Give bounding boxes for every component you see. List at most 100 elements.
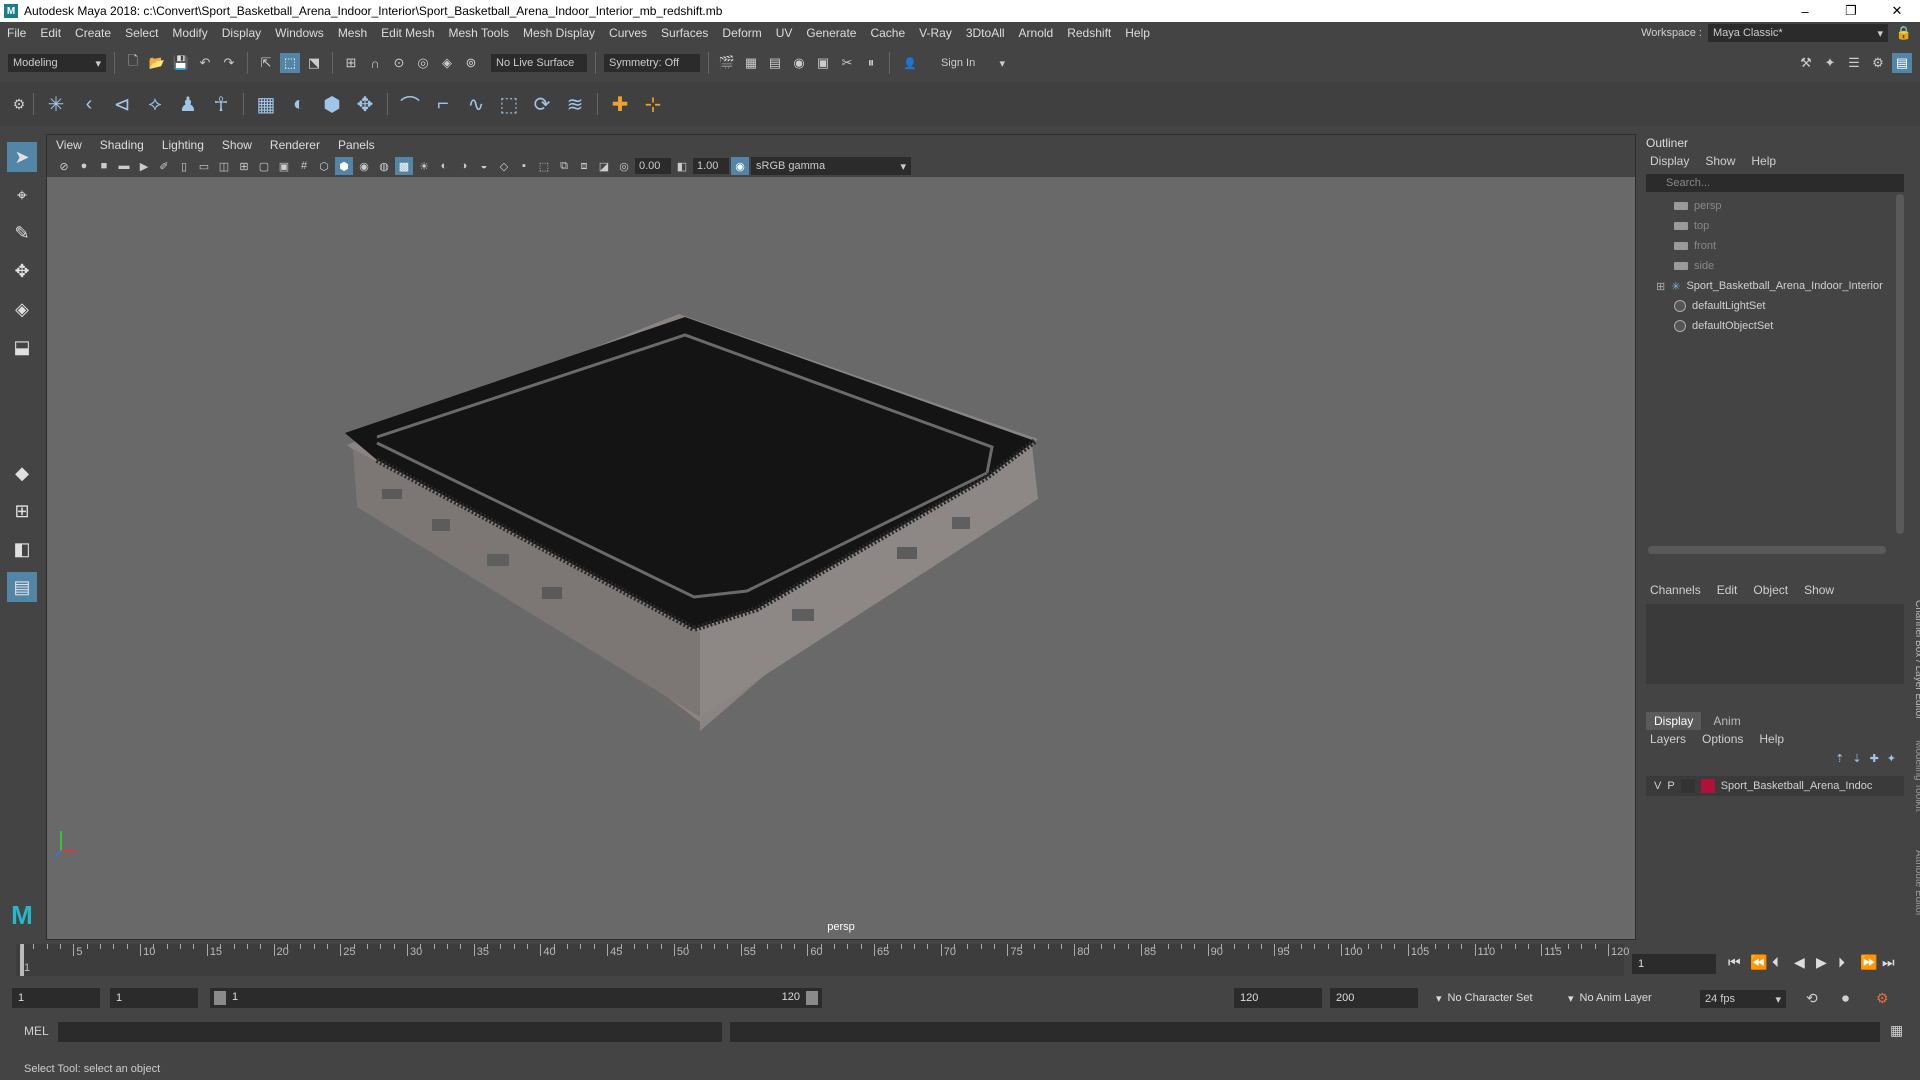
viewport-menu-renderer[interactable]: Renderer xyxy=(261,138,329,152)
mode-dropdown[interactable]: Modeling ▾ xyxy=(8,54,106,72)
loop-icon[interactable]: ⟲ xyxy=(1806,990,1818,1007)
snap-surface-icon[interactable]: ◈ xyxy=(437,53,457,73)
menu-3dtoall[interactable]: 3DtoAll xyxy=(959,22,1012,44)
scene-canvas[interactable] xyxy=(47,177,1635,939)
lattice-icon[interactable]: ▦ xyxy=(251,89,281,119)
outliner-menu-help[interactable]: Help xyxy=(1751,154,1776,168)
go-to-start-icon[interactable]: ⏮ xyxy=(1728,954,1741,971)
menu-surfaces[interactable]: Surfaces xyxy=(654,22,715,44)
outliner-search-input[interactable]: Search... xyxy=(1646,174,1904,192)
script-editor-icon[interactable]: ▦ xyxy=(1890,1022,1903,1039)
symmetry-dropdown[interactable]: Symmetry: Off xyxy=(604,54,700,72)
ipr-render-icon[interactable]: ▦ xyxy=(741,53,761,73)
snap-live-icon[interactable]: ⊚ xyxy=(461,53,481,73)
isolate-select-icon[interactable]: ⬚ xyxy=(535,157,553,175)
menu-windows[interactable]: Windows xyxy=(268,22,331,44)
step-back-key-icon[interactable]: ⏪ xyxy=(1750,954,1767,971)
outliner-item-top[interactable]: top xyxy=(1640,216,1910,236)
redo-icon[interactable]: ↷ xyxy=(219,53,239,73)
sine-deformer-icon[interactable]: ∿ xyxy=(461,89,491,119)
screen-space-ao-icon[interactable]: ◑ xyxy=(455,157,473,175)
playback-start-field[interactable]: 1 xyxy=(110,988,198,1008)
exposure-icon[interactable]: ◎ xyxy=(615,157,633,175)
select-object-icon[interactable]: ⬚ xyxy=(280,53,300,73)
menu-vray[interactable]: V-Ray xyxy=(912,22,959,44)
constraint-icon[interactable]: ⊹ xyxy=(638,89,668,119)
outliner-menu-show[interactable]: Show xyxy=(1705,154,1735,168)
outliner-item-front[interactable]: front xyxy=(1640,236,1910,256)
layer-menu-options[interactable]: Options xyxy=(1702,732,1743,746)
menu-select[interactable]: Select xyxy=(118,22,165,44)
step-forward-key-icon[interactable]: ⏩ xyxy=(1860,954,1877,971)
pause-icon[interactable]: ⏸ xyxy=(861,53,881,73)
step-back-frame-icon[interactable]: ⏴ xyxy=(1772,954,1779,971)
gamma-field[interactable]: 1.00 xyxy=(693,158,729,174)
outliner-item-persp[interactable]: persp xyxy=(1640,196,1910,216)
modeling-toolkit-icon[interactable]: ⚒ xyxy=(1796,53,1816,73)
motion-blur-icon[interactable]: ◒ xyxy=(475,157,493,175)
maximize-button[interactable]: ❐ xyxy=(1828,0,1874,22)
new-scene-icon[interactable]: 🗋 xyxy=(123,53,143,73)
wireframe-on-shaded-icon[interactable]: ◍ xyxy=(375,157,393,175)
color-management-icon[interactable]: ◉ xyxy=(731,157,749,175)
attribute-editor-icon[interactable]: ☰ xyxy=(1844,53,1864,73)
field-chart-icon[interactable]: ⊞ xyxy=(235,157,253,175)
live-surface-field[interactable]: No Live Surface xyxy=(491,54,587,72)
smooth-shade-icon[interactable]: ⬢ xyxy=(335,157,353,175)
close-button[interactable]: ✕ xyxy=(1874,0,1920,22)
resolution-gate-icon[interactable]: ▭ xyxy=(195,157,213,175)
squash-deformer-icon[interactable]: ⬚ xyxy=(494,89,524,119)
undo-icon[interactable]: ↶ xyxy=(195,53,215,73)
viewport-menu-shading[interactable]: Shading xyxy=(91,138,153,152)
side-tab-modeling-toolkit[interactable]: Modeling Toolkit xyxy=(1904,740,1920,830)
start-time-field[interactable]: 1 xyxy=(12,988,100,1008)
outliner-vscrollbar[interactable] xyxy=(1896,194,1904,534)
channel-menu-edit[interactable]: Edit xyxy=(1717,583,1738,597)
menu-help[interactable]: Help xyxy=(1118,22,1157,44)
cluster-icon[interactable]: ✥ xyxy=(350,89,380,119)
open-scene-icon[interactable]: 📂 xyxy=(147,53,167,73)
wave-deformer-icon[interactable]: ≋ xyxy=(560,89,590,119)
snap-point-icon[interactable]: ⊙ xyxy=(389,53,409,73)
outliner-item-defaultlightset[interactable]: defaultLightSet xyxy=(1640,296,1910,316)
layer-playback-toggle[interactable]: P xyxy=(1667,780,1674,792)
lasso-tool-icon[interactable]: ⌖ xyxy=(7,180,37,210)
layer-visibility-toggle[interactable]: V xyxy=(1654,780,1661,792)
xray-joints-icon[interactable]: ⧈ xyxy=(575,157,593,175)
color-space-dropdown[interactable]: sRGB gamma ▾ xyxy=(751,157,911,175)
move-layer-up-icon[interactable]: ⇡ xyxy=(1835,752,1844,765)
select-component-icon[interactable]: ⬔ xyxy=(304,53,324,73)
gamma-icon[interactable]: ◧ xyxy=(673,157,691,175)
viewport-menu-view[interactable]: View xyxy=(47,138,91,152)
outliner-item-arena-group[interactable]: ⊞ ✳ Sport_Basketball_Arena_Indoor_Interi… xyxy=(1640,276,1910,296)
layer-menu-help[interactable]: Help xyxy=(1759,732,1784,746)
preferences-icon[interactable]: ⚙ xyxy=(1876,990,1889,1007)
end-time-field[interactable]: 200 xyxy=(1330,988,1418,1008)
time-slider[interactable]: 1 5 10 15 20 25 30 35 40 45 50 55 60 65 70 75 80 85 90 95 1… xyxy=(0,944,1920,980)
sculpt-deformer-icon[interactable]: ◐ xyxy=(284,89,314,119)
outliner-item-defaultobjectset[interactable]: defaultObjectSet xyxy=(1640,316,1910,336)
menu-curves[interactable]: Curves xyxy=(602,22,654,44)
range-slider-start-handle[interactable] xyxy=(214,991,226,1005)
snap-view-icon[interactable]: ◎ xyxy=(413,53,433,73)
go-to-end-icon[interactable]: ⏭ xyxy=(1882,954,1895,971)
four-view-icon[interactable]: ⊞ xyxy=(7,496,37,526)
tab-display[interactable]: Display xyxy=(1646,712,1702,730)
layer-type-toggle[interactable] xyxy=(1680,779,1695,793)
playback-end-field[interactable]: 120 xyxy=(1234,988,1322,1008)
menu-uv[interactable]: UV xyxy=(769,22,800,44)
menu-generate[interactable]: Generate xyxy=(799,22,863,44)
bind-skin-icon[interactable]: ⟡ xyxy=(140,89,170,119)
tab-anim[interactable]: Anim xyxy=(1705,712,1748,730)
viewport-panel[interactable]: View Shading Lighting Show Renderer Pane… xyxy=(46,134,1636,940)
sign-in-button[interactable]: 👤 Sign In ▾ xyxy=(898,54,1010,72)
move-layer-down-icon[interactable]: ⇣ xyxy=(1852,752,1861,765)
joint-tool-icon[interactable]: ✳ xyxy=(41,89,71,119)
render-view-icon[interactable]: ▣ xyxy=(813,53,833,73)
side-tab-attribute-editor[interactable]: Attribute Editor xyxy=(1904,850,1920,940)
image-plane-icon[interactable]: ▬ xyxy=(115,157,133,175)
move-tool-icon[interactable]: ✥ xyxy=(7,256,37,286)
paint-select-icon[interactable]: ✎ xyxy=(7,218,37,248)
gate-mask-icon[interactable]: ◫ xyxy=(215,157,233,175)
layer-row[interactable]: V P Sport_Basketball_Arena_Indoc xyxy=(1646,776,1904,796)
